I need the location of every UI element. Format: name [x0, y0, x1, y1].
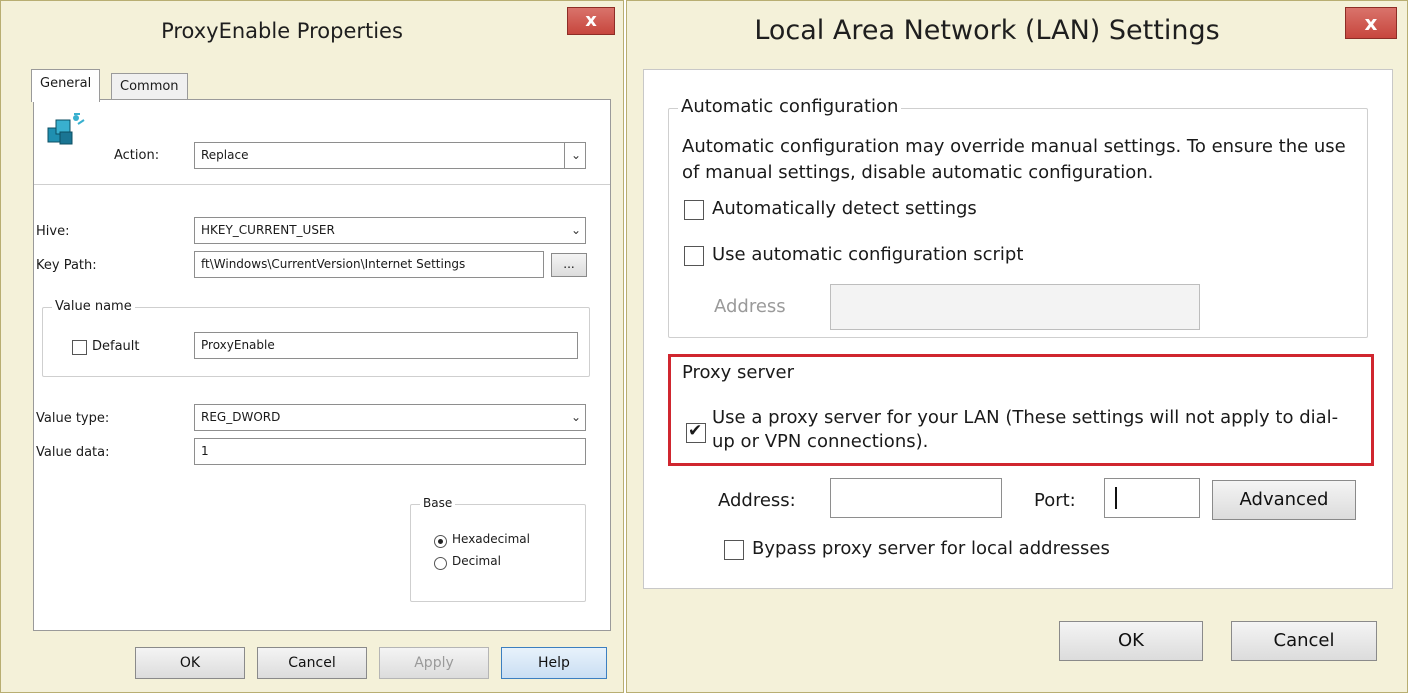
base-group-title: Base: [420, 496, 456, 510]
ok-button[interactable]: OK: [1059, 621, 1203, 661]
automatically-detect-label: Automatically detect settings: [712, 198, 977, 219]
use-proxy-label: Use a proxy server for your LAN (These s…: [712, 407, 1339, 452]
default-label: Default: [92, 339, 140, 354]
automatic-script-checkbox[interactable]: [684, 246, 704, 266]
auto-address-input[interactable]: [830, 284, 1200, 330]
checkmark-icon: ✔: [688, 421, 703, 441]
port-label: Port:: [1034, 490, 1076, 511]
general-tab-panel: Action: Replace ⌄ Hive: HKEY_CURRENT_USE…: [33, 99, 611, 631]
chevron-down-icon: ⌄: [570, 410, 581, 424]
window-title: Local Area Network (LAN) Settings: [754, 15, 1220, 46]
cancel-button[interactable]: Cancel: [1231, 621, 1377, 661]
base-group: [410, 504, 586, 602]
automatic-configuration-title: Automatic configuration: [678, 96, 902, 117]
close-button[interactable]: x: [1345, 7, 1397, 39]
tab-general[interactable]: General: [31, 69, 101, 102]
window-title: ProxyEnable Properties: [161, 19, 403, 43]
key-path-input[interactable]: ft\Windows\CurrentVersion\Internet Setti…: [194, 251, 544, 278]
action-value: Replace: [201, 148, 249, 162]
apply-button[interactable]: Apply: [379, 647, 489, 679]
text-cursor: [1115, 487, 1117, 509]
value-name-group-title: Value name: [52, 299, 135, 314]
ok-button[interactable]: OK: [135, 647, 245, 679]
lan-settings-window: Local Area Network (LAN) Settings x Auto…: [626, 0, 1408, 693]
hive-label: Hive:: [36, 224, 70, 239]
action-label: Action:: [114, 148, 160, 163]
advanced-button[interactable]: Advanced: [1212, 480, 1356, 520]
decimal-label: Decimal: [452, 554, 501, 568]
default-checkbox[interactable]: [72, 340, 87, 355]
dialog-body: General Common Action: Replace ⌄ Hive: H…: [15, 69, 613, 691]
value-name-value: ProxyEnable: [201, 338, 275, 352]
hive-value: HKEY_CURRENT_USER: [201, 223, 335, 237]
section-divider: [34, 184, 610, 185]
value-type-label: Value type:: [36, 411, 110, 426]
value-type-value: REG_DWORD: [201, 410, 281, 424]
value-data-label: Value data:: [36, 445, 110, 460]
decimal-radio[interactable]: [434, 557, 447, 570]
use-proxy-checkbox[interactable]: ✔: [686, 421, 706, 443]
value-data-input[interactable]: 1: [194, 438, 586, 465]
automatically-detect-checkbox[interactable]: [684, 200, 704, 220]
bypass-label: Bypass proxy server for local addresses: [752, 538, 1110, 559]
hexadecimal-radio[interactable]: [434, 535, 447, 548]
automatic-script-label: Use automatic configuration script: [712, 244, 1024, 265]
proxyenable-properties-window: ProxyEnable Properties x General Common …: [0, 0, 624, 693]
action-dropdown[interactable]: Replace ⌄: [194, 142, 586, 169]
key-path-label: Key Path:: [36, 258, 97, 273]
auto-address-label: Address: [714, 296, 786, 317]
proxy-server-title: Proxy server: [682, 362, 795, 383]
tab-common[interactable]: Common: [111, 73, 188, 100]
automatic-configuration-description: Automatic configuration may override man…: [682, 136, 1346, 183]
hexadecimal-label: Hexadecimal: [452, 532, 530, 546]
value-data-value: 1: [201, 444, 209, 458]
lan-settings-panel: Automatic configuration Automatic config…: [643, 69, 1393, 589]
chevron-down-icon: ⌄: [570, 223, 581, 237]
cancel-button[interactable]: Cancel: [257, 647, 367, 679]
browse-button[interactable]: ...: [551, 253, 587, 277]
chevron-down-icon: ⌄: [563, 143, 581, 168]
help-button[interactable]: Help: [501, 647, 607, 679]
hive-dropdown[interactable]: HKEY_CURRENT_USER ⌄: [194, 217, 586, 244]
registry-cubes-icon: [47, 113, 85, 145]
close-button[interactable]: x: [567, 7, 615, 35]
dialog-footer: OK Cancel Apply Help: [15, 631, 627, 691]
proxy-address-label: Address:: [718, 490, 796, 511]
value-name-input[interactable]: ProxyEnable: [194, 332, 578, 359]
title-bar[interactable]: Local Area Network (LAN) Settings x: [627, 1, 1407, 61]
value-type-dropdown[interactable]: REG_DWORD ⌄: [194, 404, 586, 431]
bypass-checkbox[interactable]: [724, 540, 744, 560]
title-bar[interactable]: ProxyEnable Properties x: [1, 1, 623, 61]
proxy-address-input[interactable]: [830, 478, 1002, 518]
key-path-value: ft\Windows\CurrentVersion\Internet Setti…: [201, 257, 466, 271]
port-input[interactable]: [1104, 478, 1200, 518]
